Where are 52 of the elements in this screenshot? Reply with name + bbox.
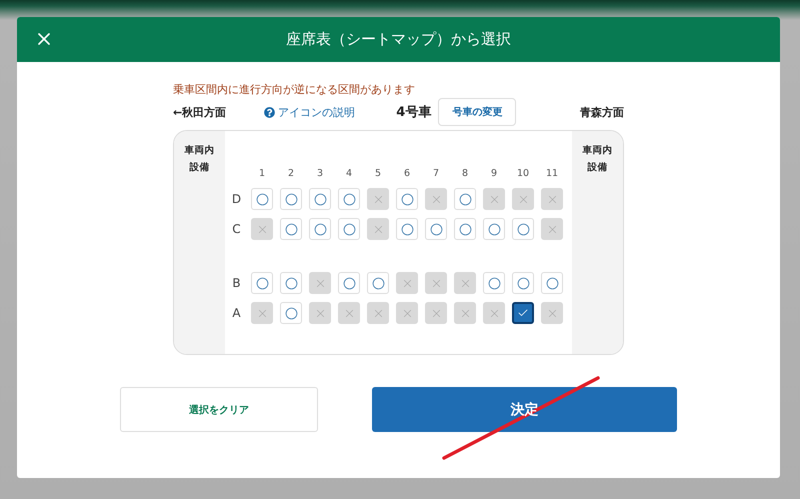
help-icon	[264, 106, 276, 118]
column-number: 11	[544, 168, 560, 179]
circle-icon	[546, 276, 558, 290]
icon-help-link[interactable]: アイコンの説明	[264, 104, 356, 120]
circle-icon	[342, 276, 356, 290]
column-number: 8	[460, 168, 470, 179]
column-number: 7	[432, 168, 440, 179]
circle-icon	[458, 222, 472, 236]
column-number: 10	[516, 168, 530, 179]
row-label: D	[230, 192, 242, 206]
clear-selection-button[interactable]: 選択をクリア	[120, 387, 318, 432]
column-number: 1	[258, 168, 266, 179]
circle-icon	[314, 192, 326, 206]
direction-label: 青森方面	[580, 104, 624, 120]
facility-label: 車両内	[184, 144, 214, 158]
circle-icon	[342, 222, 356, 236]
column-number: 4	[344, 168, 354, 179]
circle-icon	[400, 192, 414, 206]
facility-label: 設備	[588, 161, 608, 175]
seat[interactable]	[512, 302, 534, 324]
change-car-button[interactable]: 号車の変更	[438, 98, 516, 126]
row-label: B	[231, 276, 242, 290]
circle-icon	[256, 276, 268, 290]
column-number: 9	[490, 168, 498, 179]
circle-icon	[284, 276, 298, 290]
circle-icon	[256, 192, 268, 206]
column-number: 5	[374, 168, 382, 179]
circle-icon	[488, 222, 500, 236]
circle-icon	[372, 276, 384, 290]
circle-icon	[342, 192, 356, 206]
row-label: C	[231, 222, 242, 236]
circle-icon	[284, 222, 298, 236]
circle-icon	[284, 306, 298, 320]
circle-icon	[488, 276, 500, 290]
direction-notice: 乗車区間内に進行方向が逆になる区間があります	[173, 83, 416, 97]
check-icon	[517, 307, 529, 319]
circle-icon	[458, 192, 472, 206]
circle-icon	[284, 192, 298, 206]
column-number: 2	[286, 168, 296, 179]
column-number: 3	[316, 168, 324, 179]
column-number: 6	[402, 168, 412, 179]
circle-icon	[516, 222, 530, 236]
circle-icon	[430, 222, 442, 236]
circle-icon	[516, 276, 530, 290]
row-label: A	[231, 306, 242, 320]
circle-icon	[314, 222, 326, 236]
direction-label: ←秋田方面	[173, 104, 226, 120]
circle-icon	[400, 222, 414, 236]
facility-label: 設備	[190, 161, 210, 175]
dialog-title: 座席表（シートマップ）から選択	[286, 30, 511, 49]
car-number: 4号車	[396, 104, 432, 121]
facility-label: 車両内	[582, 144, 612, 158]
